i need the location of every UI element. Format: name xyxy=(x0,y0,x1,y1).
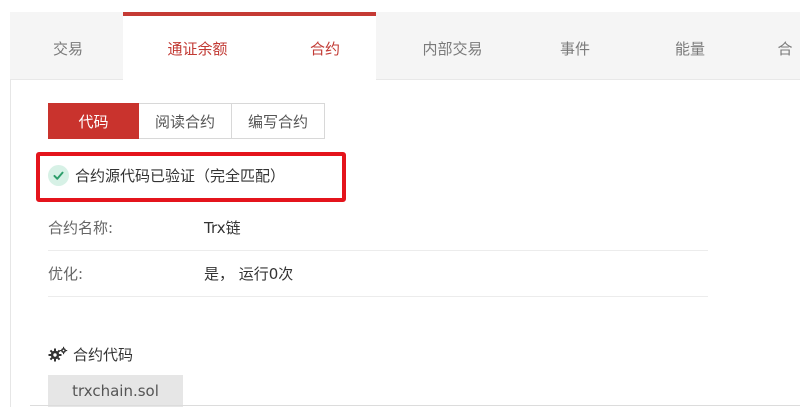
optimization-row: 优化: 是， 运行0次 xyxy=(48,251,708,297)
tab-bar: 交易 通证余额 合约 内部交易 事件 能量 合 xyxy=(10,12,800,81)
contract-name-value: Trx链 xyxy=(204,219,241,237)
contract-name-row: 合约名称: Trx链 xyxy=(48,205,708,251)
gears-icon xyxy=(48,346,68,362)
tab-contract[interactable]: 合约 xyxy=(285,12,365,80)
contract-subtabs: 代码 阅读合约 编写合约 xyxy=(48,103,326,139)
check-circle-icon xyxy=(48,164,69,186)
subtab-write-contract[interactable]: 编写合约 xyxy=(232,103,326,139)
tab-internal-transactions[interactable]: 内部交易 xyxy=(405,12,500,80)
contract-code-heading: 合约代码 xyxy=(48,343,133,365)
tab-energy[interactable]: 能量 xyxy=(655,12,725,80)
verification-text: 合约源代码已验证（完全匹配） xyxy=(75,166,286,185)
tab-events[interactable]: 事件 xyxy=(540,12,610,80)
verification-status: 合约源代码已验证（完全匹配） xyxy=(48,162,285,188)
optimization-value: 是， 运行0次 xyxy=(204,265,294,283)
contract-code-title: 合约代码 xyxy=(73,345,134,364)
optimization-label: 优化: xyxy=(48,265,84,283)
file-tab-trxchain[interactable]: trxchain.sol xyxy=(48,375,183,407)
tab-transactions[interactable]: 交易 xyxy=(28,12,108,80)
tab-more[interactable]: 合 xyxy=(765,12,800,80)
tab-token-balances[interactable]: 通证余额 xyxy=(150,12,245,80)
subtab-read-contract[interactable]: 阅读合约 xyxy=(139,103,233,139)
contract-name-label: 合约名称: xyxy=(48,219,114,237)
subtab-code[interactable]: 代码 xyxy=(48,103,139,139)
divider xyxy=(30,405,800,406)
